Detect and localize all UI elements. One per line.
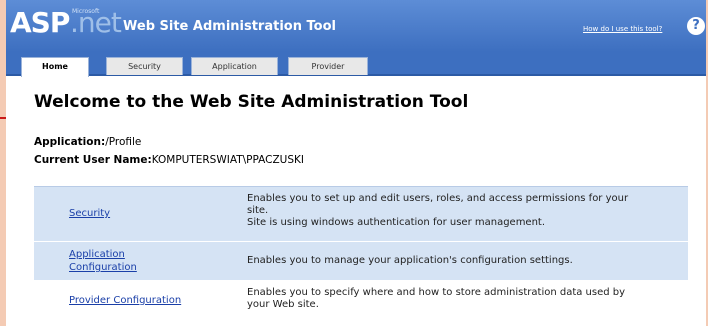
provider-configuration-link[interactable]: Provider Configuration bbox=[69, 295, 264, 306]
user-info: Current User Name:KOMPUTERSWIAT\PPACZUSK… bbox=[34, 154, 304, 166]
user-value: KOMPUTERSWIAT\PPACZUSKI bbox=[151, 154, 304, 166]
description-line: Enables you to manage your application's… bbox=[247, 255, 573, 266]
table-row: Security Enables you to set up and edit … bbox=[34, 187, 688, 241]
link-line: Configuration bbox=[69, 262, 137, 273]
tab-provider[interactable]: Provider bbox=[288, 57, 368, 75]
logo-asp-text: ASP bbox=[10, 6, 70, 39]
application-configuration-link[interactable]: Application Configuration bbox=[69, 248, 264, 274]
provider-configuration-description: Enables you to specify where and how to … bbox=[247, 287, 677, 311]
tab-bar: Home Security Application Provider bbox=[6, 52, 706, 77]
tab-home[interactable]: Home bbox=[21, 57, 89, 77]
application-configuration-description: Enables you to manage your application's… bbox=[247, 255, 677, 267]
security-description: Enables you to set up and edit users, ro… bbox=[247, 193, 677, 229]
description-line: site. bbox=[247, 205, 269, 216]
description-line: your Web site. bbox=[247, 299, 319, 310]
logo-net-text: .net bbox=[70, 6, 122, 39]
table-row: Application Configuration Enables you to… bbox=[34, 242, 688, 280]
description-line: Enables you to set up and edit users, ro… bbox=[247, 193, 629, 204]
application-label: Application: bbox=[34, 136, 106, 148]
user-label: Current User Name: bbox=[34, 154, 152, 166]
tab-application[interactable]: Application bbox=[191, 57, 278, 75]
application-value: /Profile bbox=[105, 136, 142, 148]
help-link[interactable]: How do I use this tool? bbox=[583, 25, 662, 33]
application-info: Application:/Profile bbox=[34, 136, 141, 148]
help-icon[interactable]: ? bbox=[687, 17, 705, 35]
description-line: Enables you to specify where and how to … bbox=[247, 287, 626, 298]
security-link[interactable]: Security bbox=[69, 208, 264, 219]
table-row: Provider Configuration Enables you to sp… bbox=[34, 281, 688, 326]
admin-options-table: Security Enables you to set up and edit … bbox=[34, 186, 688, 326]
app-title: Web Site Administration Tool bbox=[123, 19, 336, 34]
browser-frame: ASP Microsoft .net Web Site Administrati… bbox=[6, 0, 706, 326]
header: ASP Microsoft .net Web Site Administrati… bbox=[6, 0, 706, 52]
tab-security[interactable]: Security bbox=[106, 57, 183, 75]
description-line: Site is using windows authentication for… bbox=[247, 217, 546, 228]
page-title: Welcome to the Web Site Administration T… bbox=[34, 92, 469, 112]
link-line: Application bbox=[69, 249, 125, 260]
